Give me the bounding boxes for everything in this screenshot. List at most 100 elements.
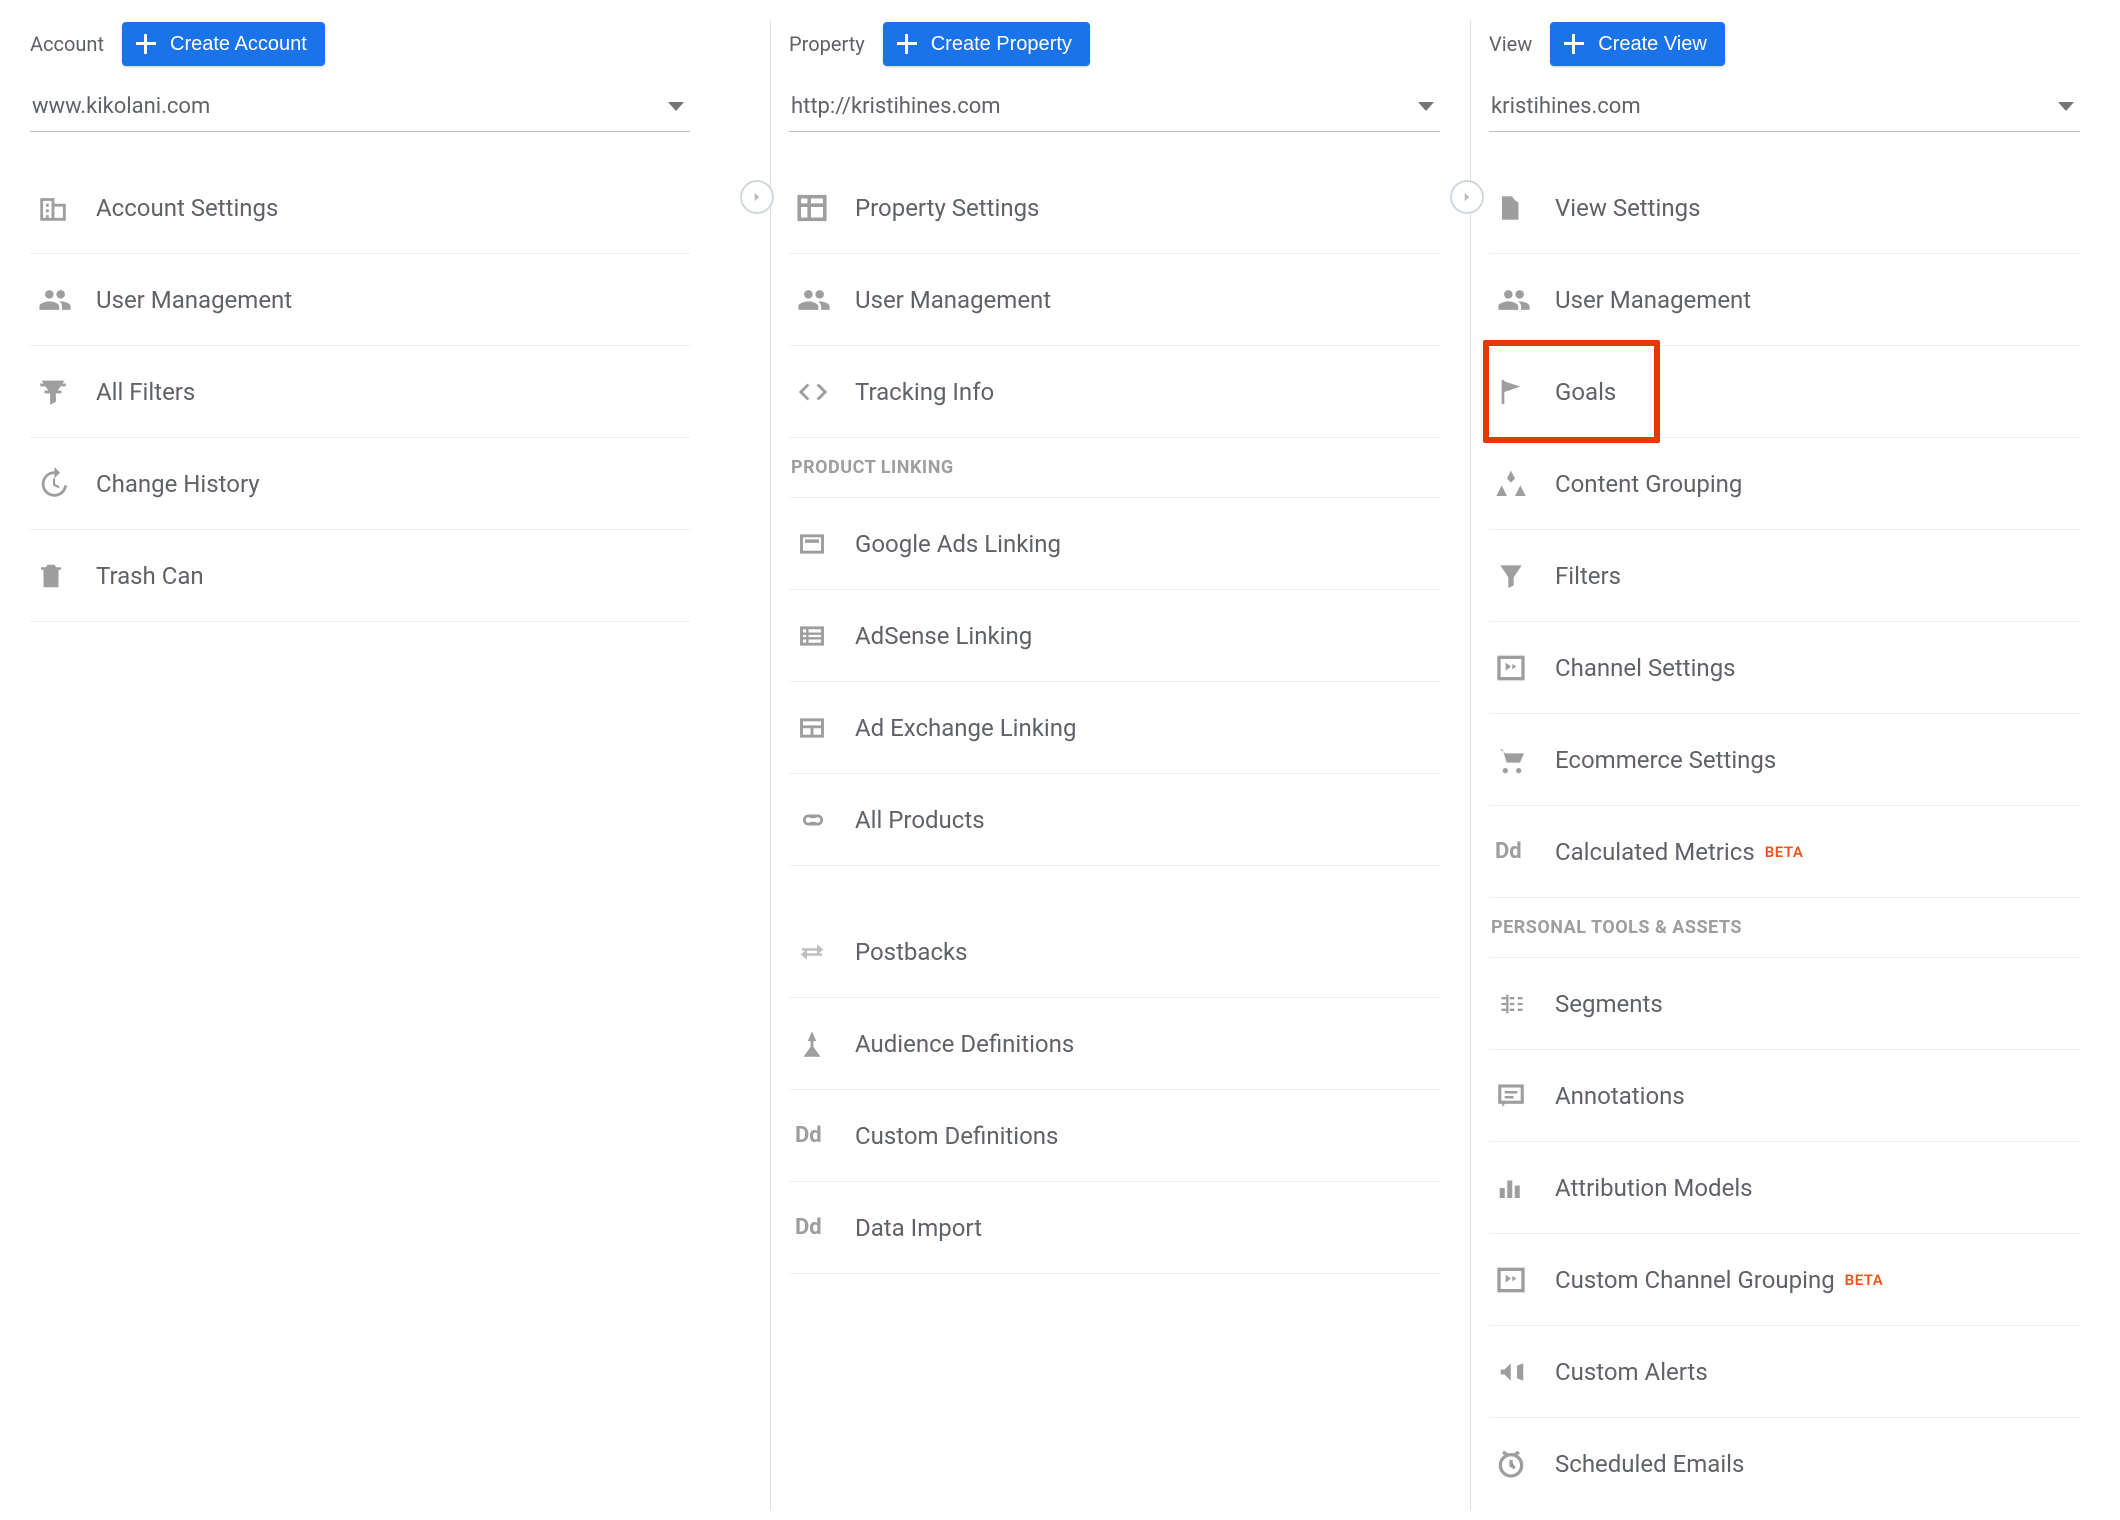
property-selector-value: http://kristihines.com [791, 94, 1001, 119]
nav-label: Account Settings [96, 194, 278, 222]
nav-postbacks[interactable]: Postbacks [789, 906, 1440, 998]
account-selector[interactable]: www.kikolani.com [30, 84, 690, 132]
trash-icon [36, 559, 96, 593]
funnel-icon [36, 375, 96, 409]
history-icon [36, 467, 96, 501]
ad-exchange-icon [795, 714, 855, 742]
view-column: View Create View kristihines.com View Se… [1470, 20, 2080, 1510]
annotation-icon [1495, 1081, 1555, 1111]
channel-icon [1495, 1264, 1555, 1296]
nav-segments[interactable]: Segments [1489, 958, 2080, 1050]
nav-label: User Management [96, 286, 292, 314]
nav-property-user-management[interactable]: User Management [789, 254, 1440, 346]
nav-view-goals[interactable]: Goals [1489, 346, 2080, 438]
plus-icon [1562, 32, 1586, 56]
view-selector[interactable]: kristihines.com [1489, 84, 2080, 132]
nav-label: Change History [96, 470, 260, 498]
account-column-title: Account [30, 32, 104, 56]
nav-attribution-models[interactable]: Attribution Models [1489, 1142, 2080, 1234]
plus-icon [895, 32, 919, 56]
page-icon [1495, 191, 1555, 225]
megaphone-icon [1495, 1357, 1555, 1387]
nav-custom-alerts[interactable]: Custom Alerts [1489, 1326, 2080, 1418]
nav-label: Trash Can [96, 562, 204, 590]
segments-icon [1495, 990, 1555, 1018]
nav-scheduled-emails[interactable]: Scheduled Emails [1489, 1418, 2080, 1510]
grouping-icon [1495, 467, 1555, 501]
create-property-label: Create Property [931, 33, 1072, 56]
nav-view-user-management[interactable]: User Management [1489, 254, 2080, 346]
nav-label: Segments [1555, 990, 1663, 1018]
nav-account-settings[interactable]: Account Settings [30, 162, 690, 254]
beta-badge: BETA [1765, 843, 1804, 861]
property-selector[interactable]: http://kristihines.com [789, 84, 1440, 132]
nav-all-products[interactable]: All Products [789, 774, 1440, 866]
clock-icon [1495, 1448, 1555, 1480]
create-account-button[interactable]: Create Account [122, 22, 325, 66]
nav-label: Attribution Models [1555, 1174, 1753, 1202]
caret-down-icon [2058, 102, 2074, 111]
section-personal-tools: PERSONAL TOOLS & ASSETS [1489, 898, 2080, 958]
nav-label: User Management [855, 286, 1051, 314]
nav-custom-channel-grouping[interactable]: Custom Channel Grouping BETA [1489, 1234, 2080, 1326]
nav-label: Property Settings [855, 194, 1039, 222]
nav-adsense-linking[interactable]: AdSense Linking [789, 590, 1440, 682]
dd-icon: Dd [795, 1123, 855, 1148]
nav-content-grouping[interactable]: Content Grouping [1489, 438, 2080, 530]
create-property-button[interactable]: Create Property [883, 22, 1090, 66]
nav-label: Annotations [1555, 1082, 1685, 1110]
nav-account-trash-can[interactable]: Trash Can [30, 530, 690, 622]
nav-property-settings[interactable]: Property Settings [789, 162, 1440, 254]
account-column: Account Create Account www.kikolani.com … [30, 20, 690, 1510]
nav-calculated-metrics[interactable]: Dd Calculated Metrics BETA [1489, 806, 2080, 898]
view-selector-value: kristihines.com [1491, 94, 1641, 119]
nav-label: Content Grouping [1555, 470, 1742, 498]
nav-view-settings[interactable]: View Settings [1489, 162, 2080, 254]
nav-label: AdSense Linking [855, 622, 1032, 650]
building-icon [36, 191, 96, 225]
nav-label: Data Import [855, 1214, 982, 1242]
caret-down-icon [668, 102, 684, 111]
nav-ad-exchange-linking[interactable]: Ad Exchange Linking [789, 682, 1440, 774]
nav-custom-definitions[interactable]: Dd Custom Definitions [789, 1090, 1440, 1182]
nav-property-tracking-info[interactable]: Tracking Info [789, 346, 1440, 438]
nav-label: Google Ads Linking [855, 530, 1061, 558]
cart-icon [1495, 744, 1555, 776]
channel-icon [1495, 652, 1555, 684]
audience-icon [795, 1027, 855, 1061]
nav-label: View Settings [1555, 194, 1700, 222]
nav-label: Ecommerce Settings [1555, 746, 1776, 774]
nav-view-filters[interactable]: Filters [1489, 530, 2080, 622]
nav-google-ads-linking[interactable]: Google Ads Linking [789, 498, 1440, 590]
property-column: Property Create Property http://kristihi… [770, 20, 1440, 1510]
code-icon [795, 375, 855, 409]
nav-channel-settings[interactable]: Channel Settings [1489, 622, 2080, 714]
dd-icon: Dd [795, 1215, 855, 1240]
nav-label: All Products [855, 806, 985, 834]
nav-label: Audience Definitions [855, 1030, 1074, 1058]
create-view-button[interactable]: Create View [1550, 22, 1725, 66]
beta-badge: BETA [1845, 1271, 1884, 1289]
nav-account-user-management[interactable]: User Management [30, 254, 690, 346]
link-icon [795, 809, 855, 831]
nav-label: Custom Alerts [1555, 1358, 1708, 1386]
expand-arrow-icon [1450, 180, 1484, 214]
nav-data-import[interactable]: Dd Data Import [789, 1182, 1440, 1274]
nav-label: Postbacks [855, 938, 968, 966]
people-icon [36, 283, 96, 317]
bars-icon [1495, 1173, 1555, 1203]
create-view-label: Create View [1598, 33, 1707, 56]
ads-icon [795, 530, 855, 558]
nav-label: Custom Channel Grouping [1555, 1266, 1835, 1294]
nav-account-all-filters[interactable]: All Filters [30, 346, 690, 438]
nav-audience-definitions[interactable]: Audience Definitions [789, 998, 1440, 1090]
nav-ecommerce-settings[interactable]: Ecommerce Settings [1489, 714, 2080, 806]
nav-annotations[interactable]: Annotations [1489, 1050, 2080, 1142]
nav-label: All Filters [96, 378, 195, 406]
funnel-icon [1495, 560, 1555, 592]
view-column-title: View [1489, 32, 1532, 56]
account-selector-value: www.kikolani.com [32, 94, 210, 119]
nav-label: Channel Settings [1555, 654, 1736, 682]
nav-account-change-history[interactable]: Change History [30, 438, 690, 530]
section-product-linking: PRODUCT LINKING [789, 438, 1440, 498]
